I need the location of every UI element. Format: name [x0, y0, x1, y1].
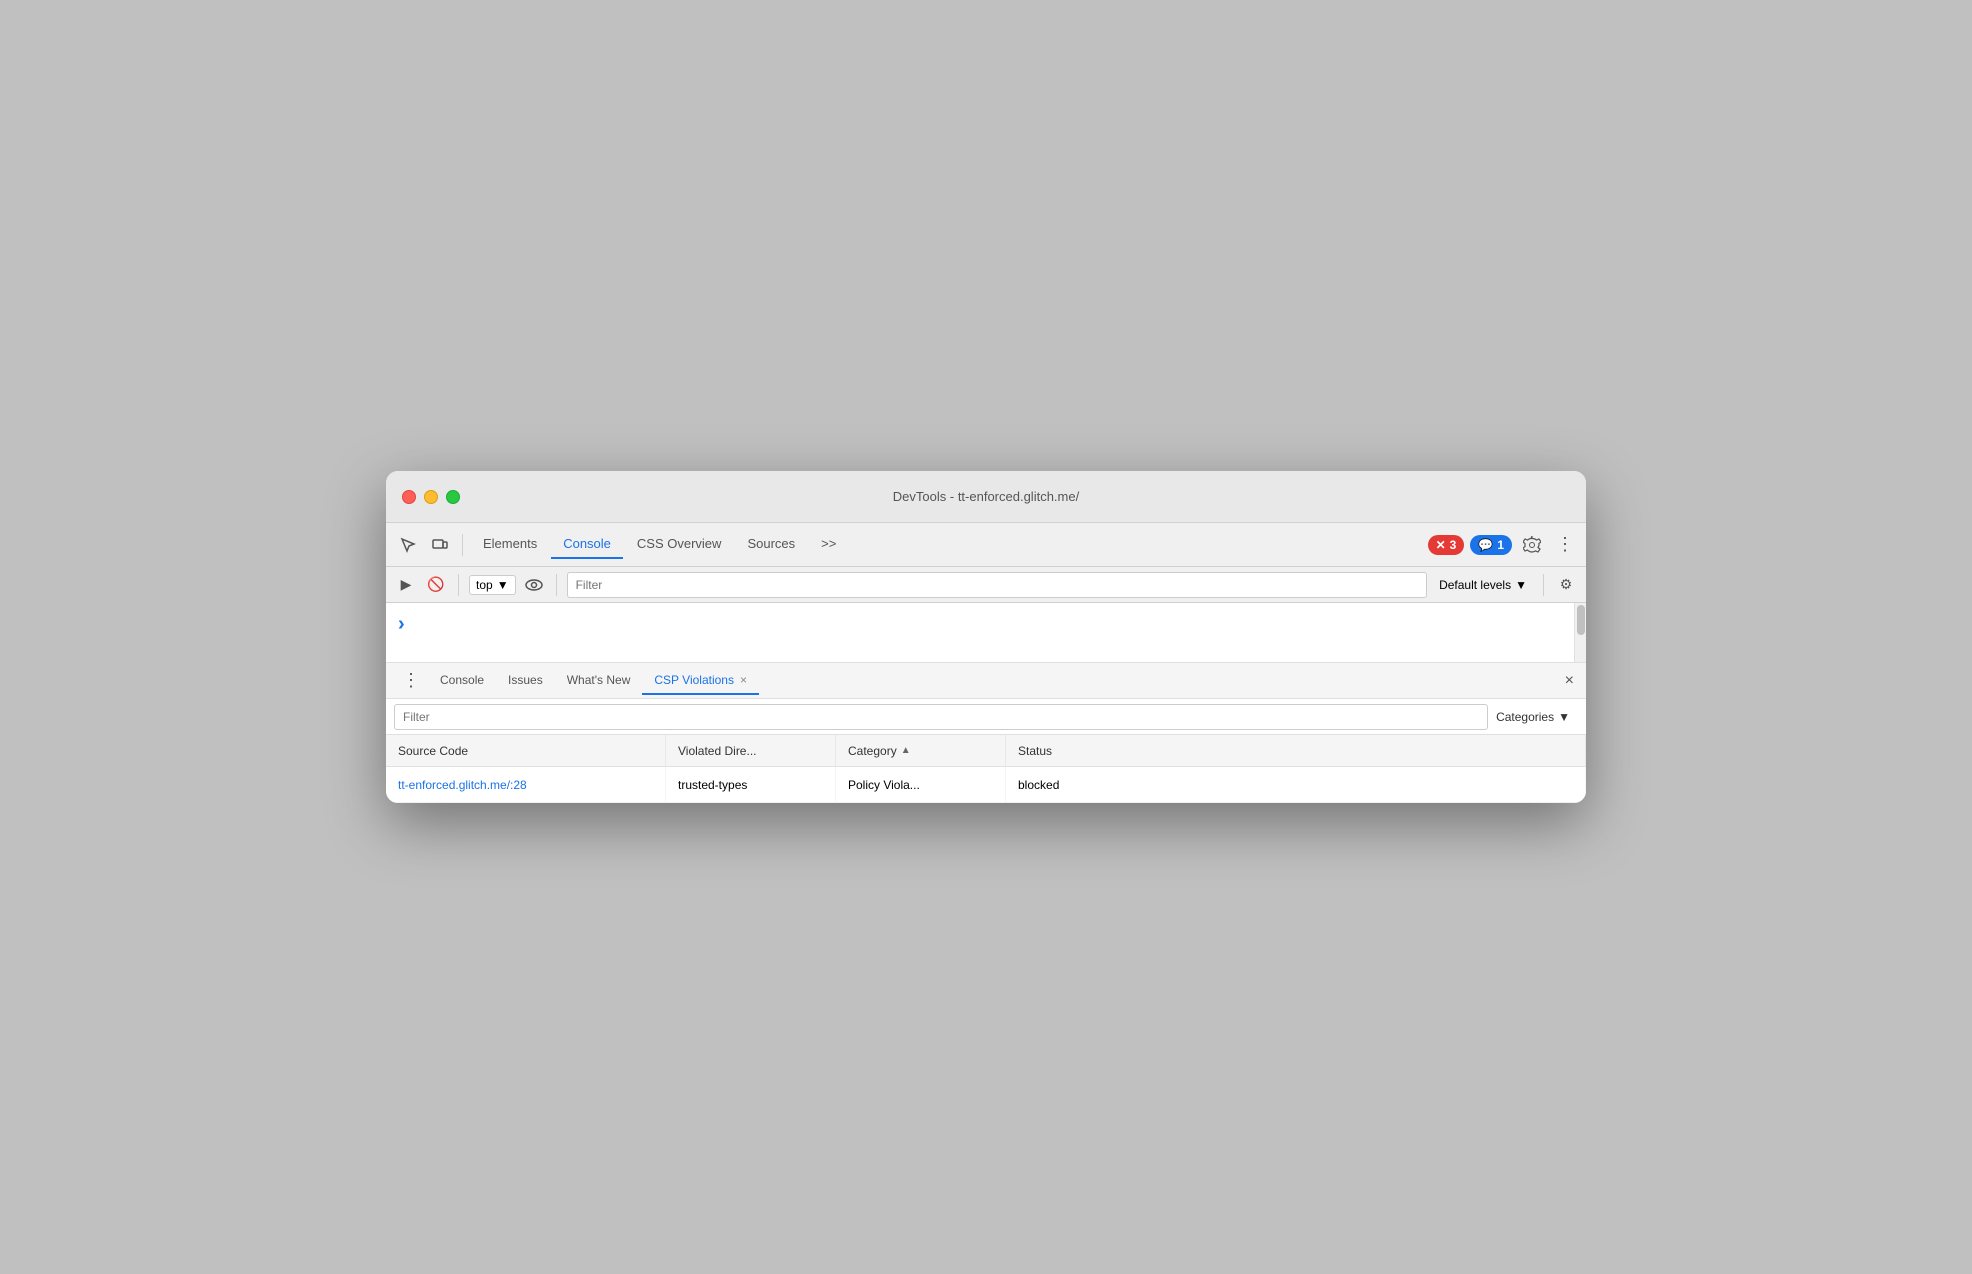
clear-console-icon[interactable]: 🚫 — [424, 573, 448, 597]
table-row: tt-enforced.glitch.me/:28 trusted-types … — [386, 767, 1586, 803]
th-source-code[interactable]: Source Code — [386, 735, 666, 766]
table-body: tt-enforced.glitch.me/:28 trusted-types … — [386, 767, 1586, 803]
toolbar-divider-3 — [556, 574, 557, 596]
th-violated-label: Violated Dire... — [678, 744, 757, 758]
td-source-code: tt-enforced.glitch.me/:28 — [386, 767, 666, 802]
console-settings-icon[interactable]: ⚙ — [1554, 573, 1578, 597]
levels-dropdown-icon: ▼ — [1515, 578, 1527, 592]
scrollbar-thumb[interactable] — [1577, 605, 1585, 635]
main-content: Categories ▼ Source Code Violated Dire..… — [386, 699, 1586, 803]
csp-tab-close-icon[interactable]: × — [740, 673, 747, 687]
console-toolbar: ▶ 🚫 top ▼ Default levels ▼ ⚙ — [386, 567, 1586, 603]
maximize-button[interactable] — [446, 490, 460, 504]
levels-label: Default levels — [1439, 578, 1511, 592]
error-badge[interactable]: ✕ 3 — [1428, 535, 1465, 555]
tab-console[interactable]: Console — [551, 530, 623, 559]
sec-tab-more-icon[interactable]: ⋮ — [394, 666, 428, 695]
error-icon: ✕ — [1436, 538, 1446, 552]
console-content: › — [386, 603, 1586, 663]
categories-dropdown-icon: ▼ — [1558, 710, 1570, 724]
tab-sources[interactable]: Sources — [735, 530, 807, 559]
titlebar: DevTools - tt-enforced.glitch.me/ — [386, 471, 1586, 523]
close-button[interactable] — [402, 490, 416, 504]
scrollbar[interactable] — [1574, 603, 1586, 662]
toolbar-divider-2 — [458, 574, 459, 596]
violations-filter-bar: Categories ▼ — [386, 699, 1586, 735]
th-source-label: Source Code — [398, 744, 468, 758]
sec-tab-csp-violations[interactable]: CSP Violations × — [642, 667, 759, 695]
td-status: blocked — [1006, 767, 1586, 802]
table-header: Source Code Violated Dire... Category ▲ … — [386, 735, 1586, 767]
th-violated-directive[interactable]: Violated Dire... — [666, 735, 836, 766]
minimize-button[interactable] — [424, 490, 438, 504]
error-count: 3 — [1450, 538, 1457, 552]
sec-tab-console[interactable]: Console — [428, 667, 496, 695]
sort-icon: ▲ — [901, 745, 911, 756]
default-levels-selector[interactable]: Default levels ▼ — [1433, 576, 1533, 594]
blue-indicator: › — [398, 613, 405, 636]
tab-elements[interactable]: Elements — [471, 530, 549, 559]
device-toolbar-icon[interactable] — [426, 531, 454, 559]
main-tab-bar: Elements Console CSS Overview Sources >> — [471, 530, 1424, 559]
console-filter-input[interactable] — [567, 572, 1427, 598]
info-count: 1 — [1497, 538, 1504, 552]
info-badge[interactable]: 💬 1 — [1470, 535, 1512, 555]
category-value: Policy Viola... — [848, 778, 920, 792]
sec-tab-whats-new-label: What's New — [567, 673, 631, 687]
inspect-element-icon[interactable] — [394, 531, 422, 559]
th-status-label: Status — [1018, 744, 1052, 758]
sec-tab-csp-label: CSP Violations — [654, 673, 734, 687]
traffic-lights — [402, 490, 460, 504]
status-value: blocked — [1018, 778, 1059, 792]
categories-label: Categories — [1496, 710, 1554, 724]
eye-icon[interactable] — [522, 573, 546, 597]
drawer-close-icon[interactable]: × — [1561, 668, 1578, 694]
toolbar-right: ✕ 3 💬 1 ⋮ — [1428, 530, 1578, 559]
sec-tab-whats-new[interactable]: What's New — [555, 667, 643, 695]
th-category-label: Category — [848, 744, 897, 758]
show-drawer-icon[interactable]: ▶ — [394, 573, 418, 597]
violations-filter-input[interactable] — [394, 704, 1488, 730]
toolbar-divider-4 — [1543, 574, 1544, 596]
kebab-menu-icon[interactable]: ⋮ — [1552, 530, 1578, 559]
tab-css-overview[interactable]: CSS Overview — [625, 530, 734, 559]
sec-tab-issues[interactable]: Issues — [496, 667, 555, 695]
th-status[interactable]: Status — [1006, 735, 1586, 766]
violated-directive-value: trusted-types — [678, 778, 747, 792]
th-category[interactable]: Category ▲ — [836, 735, 1006, 766]
devtools-window: DevTools - tt-enforced.glitch.me/ Elemen… — [386, 471, 1586, 803]
sec-tab-issues-label: Issues — [508, 673, 543, 687]
context-label: top — [476, 578, 493, 592]
context-dropdown-icon: ▼ — [497, 578, 509, 592]
td-violated-directive: trusted-types — [666, 767, 836, 802]
source-link[interactable]: tt-enforced.glitch.me/:28 — [398, 778, 527, 792]
settings-icon[interactable] — [1518, 531, 1546, 559]
window-title: DevTools - tt-enforced.glitch.me/ — [893, 489, 1079, 504]
context-selector[interactable]: top ▼ — [469, 575, 516, 595]
comment-icon: 💬 — [1478, 538, 1493, 552]
tab-more[interactable]: >> — [809, 530, 848, 559]
td-category: Policy Viola... — [836, 767, 1006, 802]
categories-button[interactable]: Categories ▼ — [1488, 706, 1578, 728]
main-toolbar: Elements Console CSS Overview Sources >>… — [386, 523, 1586, 567]
sec-tab-console-label: Console — [440, 673, 484, 687]
toolbar-divider-1 — [462, 534, 463, 556]
secondary-tab-bar: ⋮ Console Issues What's New CSP Violatio… — [386, 663, 1586, 699]
